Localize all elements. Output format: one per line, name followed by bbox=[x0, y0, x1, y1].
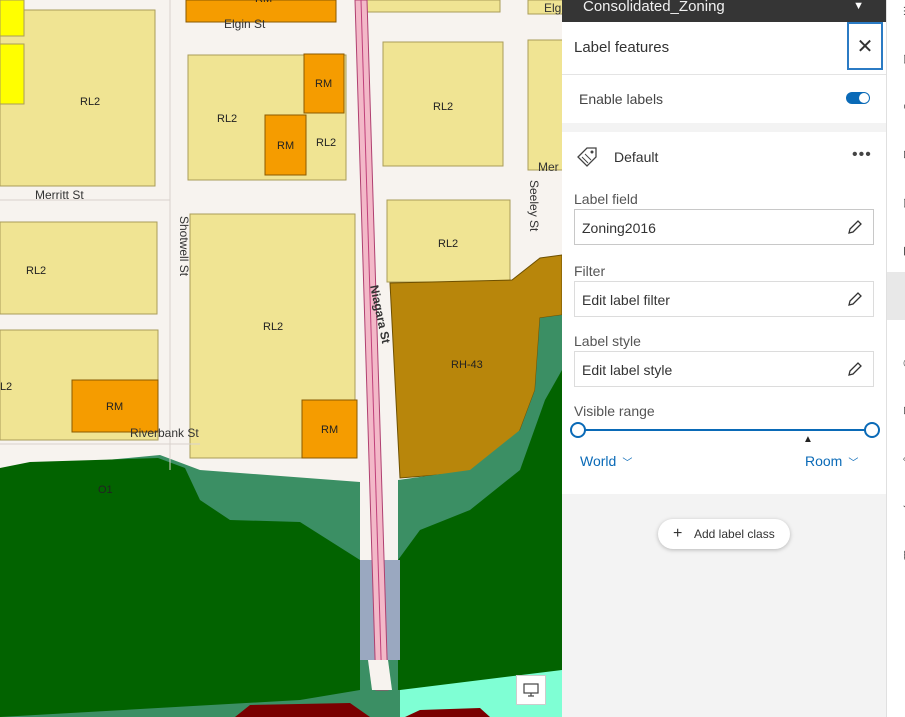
rail-item-selected[interactable] bbox=[887, 272, 905, 320]
pencil-icon bbox=[847, 361, 863, 382]
zone-label: RM bbox=[106, 401, 123, 413]
zone-label: RM bbox=[315, 78, 332, 90]
zone-label: RM bbox=[321, 424, 338, 436]
current-scale-marker-icon: ▲ bbox=[803, 434, 813, 445]
label-style-title: Label style bbox=[574, 333, 641, 349]
tool-rail: ☰ ◫ ⊕ ⊞ ▣ ◧ ◎ ⊟ ◇ ⌁ ▤ bbox=[886, 0, 905, 717]
label-class-name: Default bbox=[614, 149, 659, 165]
panel-header: Label features ✕ bbox=[562, 22, 886, 75]
label-features-panel: Consolidated_Zoning ▼ Label features ✕ E… bbox=[562, 0, 886, 717]
street-label: Seeley St bbox=[527, 180, 541, 232]
zone-label: RL2 bbox=[26, 265, 46, 277]
close-button[interactable]: ✕ bbox=[847, 22, 883, 70]
zone-label: O1 bbox=[98, 484, 113, 496]
screen-icon-button[interactable] bbox=[516, 675, 546, 705]
street-label: Shotwell St bbox=[177, 216, 191, 277]
panel-title: Label features bbox=[574, 39, 670, 56]
zone-label: RL2 bbox=[433, 101, 453, 113]
range-min-value: World bbox=[580, 453, 617, 469]
label-field-title: Label field bbox=[574, 191, 638, 207]
street-label: Riverbank St bbox=[130, 426, 199, 440]
map-view[interactable]: RL2 RL2 RM RM RL2 RL2 RL2 RL2 RL2 RL2 RM… bbox=[0, 0, 562, 717]
close-icon: ✕ bbox=[856, 35, 874, 58]
visible-range-slider[interactable] bbox=[570, 422, 880, 438]
street-label: Merritt St bbox=[35, 188, 84, 202]
label-style-input[interactable]: Edit label style bbox=[574, 351, 874, 387]
add-label-class-label: Add label class bbox=[694, 527, 775, 541]
visible-range-title: Visible range bbox=[574, 403, 655, 419]
range-min-handle[interactable] bbox=[570, 422, 586, 438]
street-label: Mer bbox=[538, 160, 559, 174]
enable-labels-label: Enable labels bbox=[579, 91, 664, 107]
filter-title: Filter bbox=[574, 263, 606, 279]
range-min-select[interactable]: World ﹀ bbox=[580, 453, 632, 469]
zone-label: RL2 bbox=[316, 137, 336, 149]
filter-input[interactable]: Edit label filter bbox=[574, 281, 874, 317]
zone-label: RL2 bbox=[217, 113, 237, 125]
pencil-icon bbox=[847, 219, 863, 240]
plus-icon: + bbox=[673, 525, 683, 542]
zone-label: RM bbox=[255, 0, 272, 5]
label-tag-icon bbox=[575, 145, 599, 172]
zone-label: RL2 bbox=[438, 238, 458, 250]
monitor-icon bbox=[523, 683, 539, 697]
range-max-handle[interactable] bbox=[864, 422, 880, 438]
label-field-input[interactable]: Zoning2016 bbox=[574, 209, 874, 245]
street-label: Elg bbox=[544, 1, 561, 15]
zone-label: RH-43 bbox=[451, 359, 483, 371]
chevron-down-icon: ﹀ bbox=[622, 458, 633, 469]
zone-label: RM bbox=[277, 140, 294, 152]
chevron-down-icon: ﹀ bbox=[848, 458, 859, 469]
zone-label: RL2 bbox=[0, 381, 12, 393]
add-label-class-button[interactable]: + Add label class bbox=[658, 519, 790, 549]
chevron-down-icon: ▼ bbox=[853, 0, 864, 12]
filter-value: Edit label filter bbox=[582, 292, 670, 308]
zone-label: RL2 bbox=[263, 321, 283, 333]
enable-labels-toggle[interactable] bbox=[846, 92, 870, 104]
enable-labels-row: Enable labels bbox=[562, 75, 886, 123]
pencil-icon bbox=[847, 291, 863, 312]
label-class-card: Default ••• Label field Zoning2016 Filte… bbox=[562, 132, 886, 494]
street-label: Elgin St bbox=[224, 17, 266, 31]
range-max-select[interactable]: Room ﹀ bbox=[805, 453, 858, 469]
label-field-value: Zoning2016 bbox=[582, 220, 656, 236]
range-max-value: Room bbox=[805, 453, 843, 469]
zone-label: RL2 bbox=[80, 96, 100, 108]
more-options-icon[interactable]: ••• bbox=[852, 146, 872, 164]
layer-selector[interactable]: Consolidated_Zoning ▼ bbox=[562, 0, 886, 22]
layer-name: Consolidated_Zoning bbox=[583, 0, 725, 15]
label-style-value: Edit label style bbox=[582, 362, 673, 378]
